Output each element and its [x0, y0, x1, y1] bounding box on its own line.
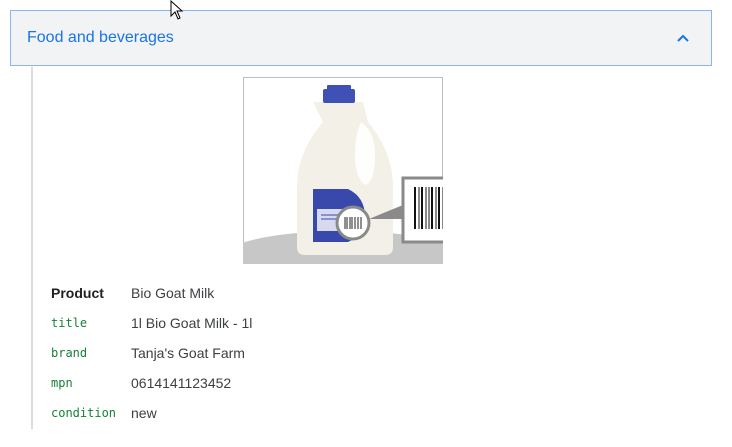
accordion-title: Food and beverages	[27, 29, 174, 46]
milk-jug-barcode-illustration	[223, 77, 493, 283]
attribute-value: 0614141123452	[131, 375, 232, 391]
attribute-key: mpn	[51, 376, 73, 390]
attribute-key: Product	[51, 285, 104, 301]
attribute-row-brand: brand Tanja's Goat Farm	[51, 343, 245, 363]
content-left-rule	[31, 67, 33, 429]
attribute-value: Tanja's Goat Farm	[131, 345, 245, 361]
attribute-row-product: Product Bio Goat Milk	[51, 283, 214, 303]
attribute-value: 1l Bio Goat Milk - 1l	[131, 315, 253, 331]
attribute-row-condition: condition new	[51, 403, 157, 423]
attribute-row-title: title 1l Bio Goat Milk - 1l	[51, 313, 252, 333]
chevron-up-icon[interactable]	[675, 30, 691, 46]
food-and-beverages-accordion-header[interactable]: Food and beverages	[10, 10, 712, 66]
attribute-key: condition	[51, 406, 117, 420]
attribute-value: new	[131, 405, 157, 421]
mouse-cursor-icon	[170, 0, 184, 25]
attribute-row-mpn: mpn 0614141123452	[51, 373, 231, 393]
attribute-key: title	[51, 316, 88, 330]
attribute-value: Bio Goat Milk	[131, 285, 215, 301]
attribute-key: brand	[51, 346, 88, 360]
